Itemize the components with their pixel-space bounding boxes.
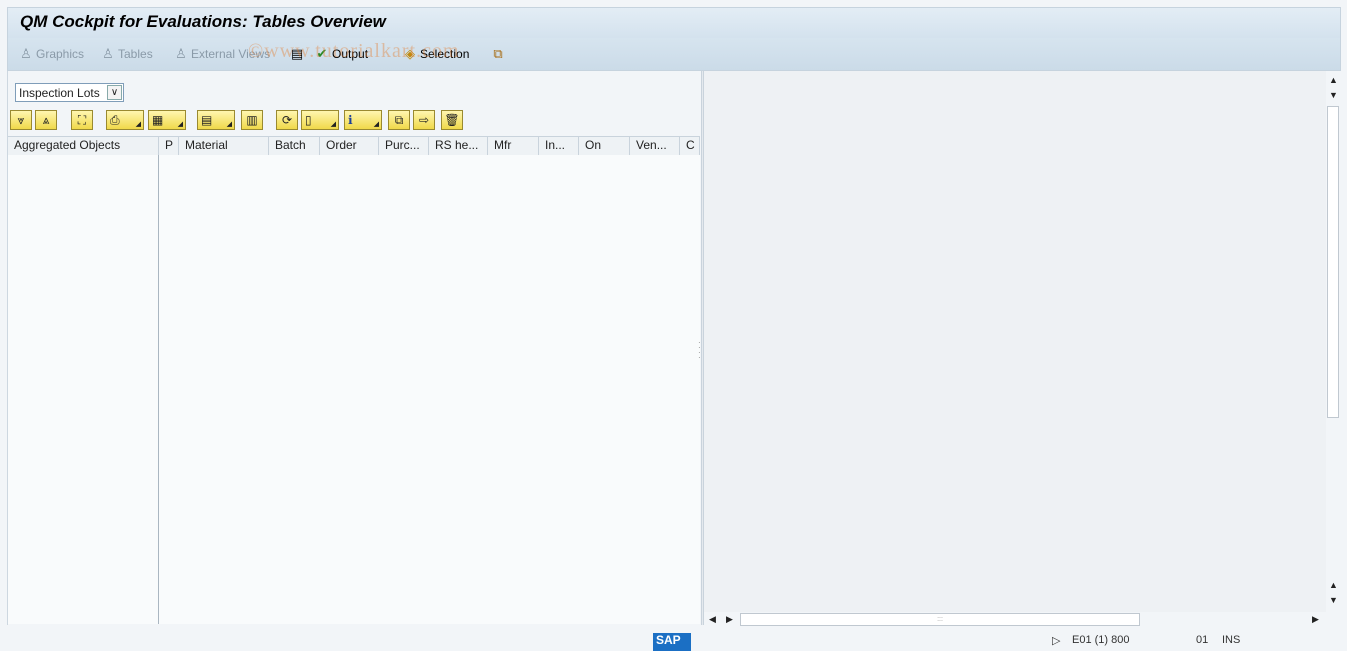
- column-header-purchasing[interactable]: Purc...: [379, 137, 429, 155]
- dropdown-arrow-icon: ◢: [177, 121, 183, 128]
- trash-icon: 🗑: [444, 113, 460, 127]
- person-icon: ♙: [102, 46, 114, 61]
- column-header-batch[interactable]: Batch: [269, 137, 320, 155]
- delete-button[interactable]: 🗑: [441, 110, 463, 130]
- output-button[interactable]: ✔ Output: [314, 45, 368, 63]
- refresh-icon: ⟳: [281, 113, 293, 127]
- sap-logo: SAP: [653, 633, 691, 651]
- scroll-down-icon[interactable]: ▼: [1329, 90, 1338, 100]
- arrow-right-icon: ⇨: [418, 113, 430, 127]
- diamond-icon: ◈: [405, 46, 415, 61]
- dropdown-arrow-icon: ◢: [330, 121, 336, 128]
- printer-icon: ⎙: [110, 113, 120, 127]
- column-header-on[interactable]: On: [579, 137, 630, 155]
- column-header-rs-header[interactable]: RS he...: [429, 137, 488, 155]
- collapse-button[interactable]: ⩓: [35, 110, 57, 130]
- list-icon: ▤: [290, 46, 304, 61]
- dropdown-arrow-icon: ◢: [373, 121, 379, 128]
- document-icon: ▥: [246, 113, 258, 127]
- scroll-right-icon[interactable]: ▶: [1312, 614, 1319, 625]
- column-header-vendor[interactable]: Ven...: [630, 137, 680, 155]
- scroll-up-icon[interactable]: ▲: [1329, 75, 1338, 85]
- column-header-mfr[interactable]: Mfr: [488, 137, 539, 155]
- scroll-left-icon[interactable]: ◀: [709, 614, 716, 625]
- column-header-aggregated-objects[interactable]: Aggregated Objects: [8, 137, 159, 155]
- object-type-select[interactable]: Inspection Lots ∨: [15, 83, 124, 102]
- column-header-order[interactable]: Order: [320, 137, 379, 155]
- navigate-button[interactable]: ⇨: [413, 110, 435, 130]
- tables-button[interactable]: ♙ Tables: [100, 45, 153, 63]
- title-bar: QM Cockpit for Evaluations: Tables Overv…: [7, 7, 1341, 38]
- vertical-scrollbar[interactable]: ▲ ▼ ▲ ▼: [1326, 71, 1341, 612]
- graphics-button[interactable]: ♙ Graphics: [18, 45, 84, 63]
- scroll-thumb[interactable]: :::: [740, 613, 1140, 626]
- status-server: 01: [1196, 634, 1209, 646]
- dropdown-arrow-icon: ◢: [135, 121, 141, 128]
- column-header-c[interactable]: C: [680, 137, 700, 155]
- person-icon: ♙: [175, 46, 187, 61]
- person-icon: ♙: [20, 46, 32, 61]
- horizontal-scrollbar[interactable]: ◀ ▶ ::: ▶: [704, 612, 1326, 627]
- new-button[interactable]: ▯ ◢: [301, 110, 339, 130]
- binoculars-icon: ⛶: [77, 113, 87, 127]
- column-header-material[interactable]: Material: [179, 137, 269, 155]
- list-view-button[interactable]: ▤: [289, 45, 305, 63]
- page-icon: ▯: [305, 113, 312, 127]
- right-pane: [704, 71, 1326, 612]
- refresh-button[interactable]: ⟳: [276, 110, 298, 130]
- external-views-button[interactable]: ♙ External Views: [173, 45, 270, 63]
- column-header-in[interactable]: In...: [539, 137, 579, 155]
- column-header-p[interactable]: P: [159, 137, 179, 155]
- application-toolbar: ♙ Graphics ♙ Tables ♙ External Views ▤ ✔…: [7, 38, 1341, 71]
- info-icon: ℹ: [348, 113, 353, 127]
- aggregated-objects-tree[interactable]: [8, 155, 159, 624]
- dropdown-arrow-icon: ◢: [226, 121, 232, 128]
- copy-icon: ⧉: [394, 113, 404, 127]
- layout-icon: ▦: [152, 113, 164, 127]
- page-title: QM Cockpit for Evaluations: Tables Overv…: [20, 12, 386, 31]
- scroll-up-icon[interactable]: ▲: [1329, 580, 1338, 590]
- expand-icon: ⩔: [17, 113, 25, 127]
- scroll-down-icon[interactable]: ▼: [1329, 595, 1338, 605]
- find-button[interactable]: ⛶: [71, 110, 93, 130]
- checkmark-icon: ✔: [316, 46, 328, 61]
- layout-button[interactable]: ▦ ◢: [148, 110, 186, 130]
- print-button[interactable]: ⎙ ◢: [106, 110, 144, 130]
- scroll-right-icon[interactable]: ▶: [726, 614, 733, 625]
- settings-icon: ⧉: [493, 46, 503, 61]
- status-system[interactable]: E01 (1) 800: [1072, 634, 1129, 646]
- collapse-icon: ⩓: [42, 113, 50, 127]
- export-button[interactable]: ▤ ◢: [197, 110, 235, 130]
- details-button[interactable]: ▥: [241, 110, 263, 130]
- selection-button[interactable]: ◈ Selection: [402, 45, 469, 63]
- copy-button[interactable]: ⧉: [388, 110, 410, 130]
- grip-icon: · · · ·: [698, 338, 701, 362]
- info-button[interactable]: ℹ ◢: [344, 110, 382, 130]
- scroll-thumb[interactable]: [1327, 106, 1339, 418]
- status-mode: INS: [1222, 634, 1241, 646]
- expand-button[interactable]: ⩔: [10, 110, 32, 130]
- data-grid-body[interactable]: [159, 155, 700, 624]
- chevron-down-icon[interactable]: ∨: [107, 85, 122, 100]
- object-type-value: Inspection Lots: [19, 86, 100, 100]
- export-icon: ▤: [201, 113, 213, 127]
- settings-button[interactable]: ⧉: [490, 45, 506, 63]
- grid-header: Aggregated Objects P Material Batch Orde…: [8, 136, 700, 156]
